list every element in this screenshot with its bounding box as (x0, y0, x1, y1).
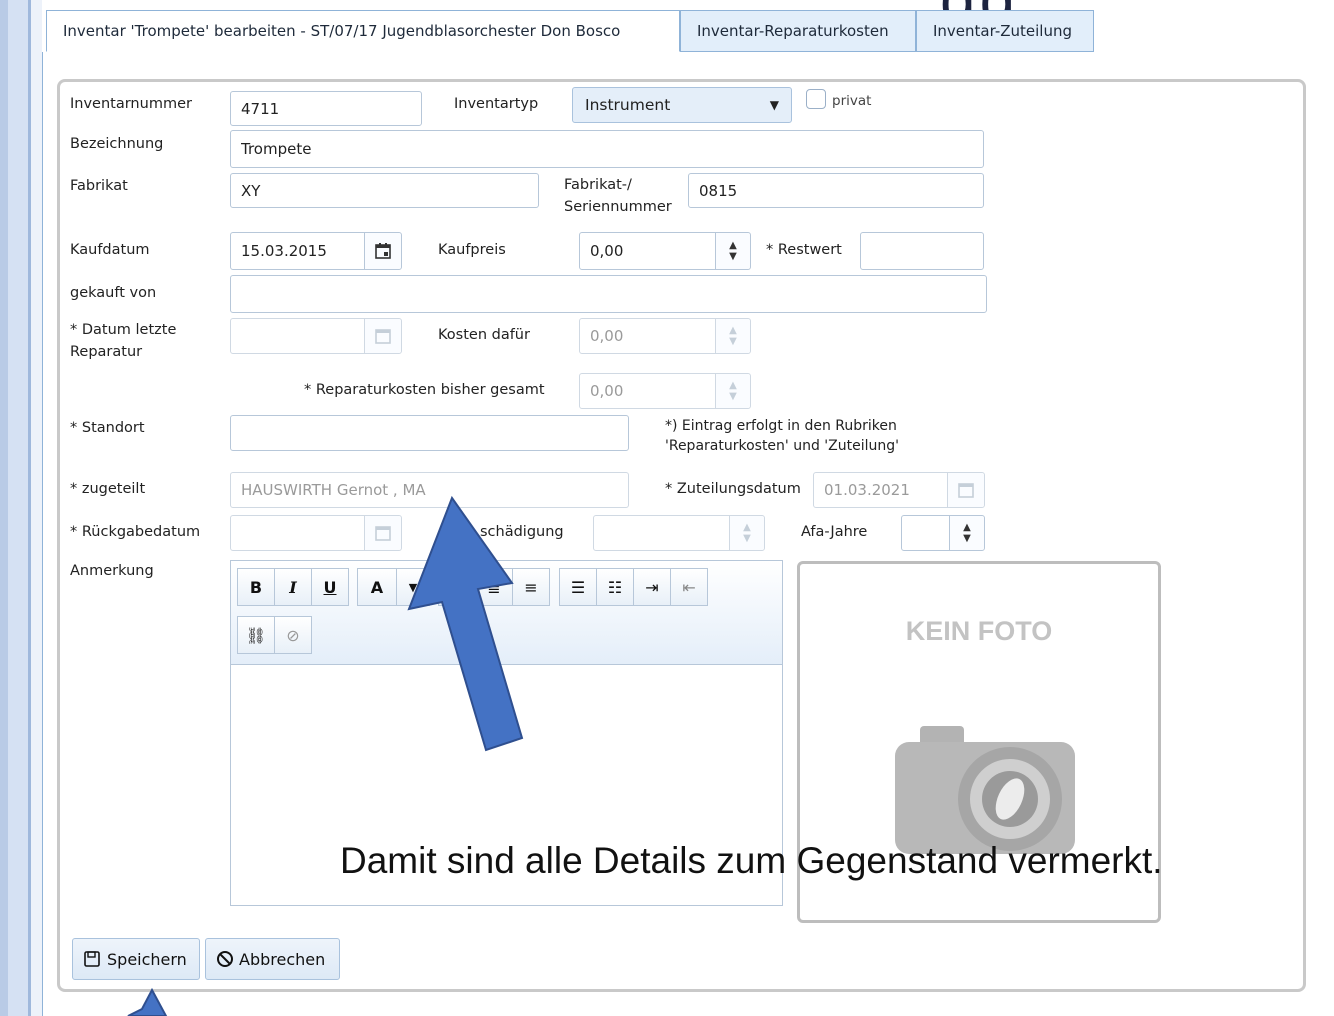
annotation-arrow-small-icon (127, 987, 168, 1016)
annotation-arrow-up-icon (407, 495, 524, 752)
annotation-arrows (127, 495, 524, 1016)
